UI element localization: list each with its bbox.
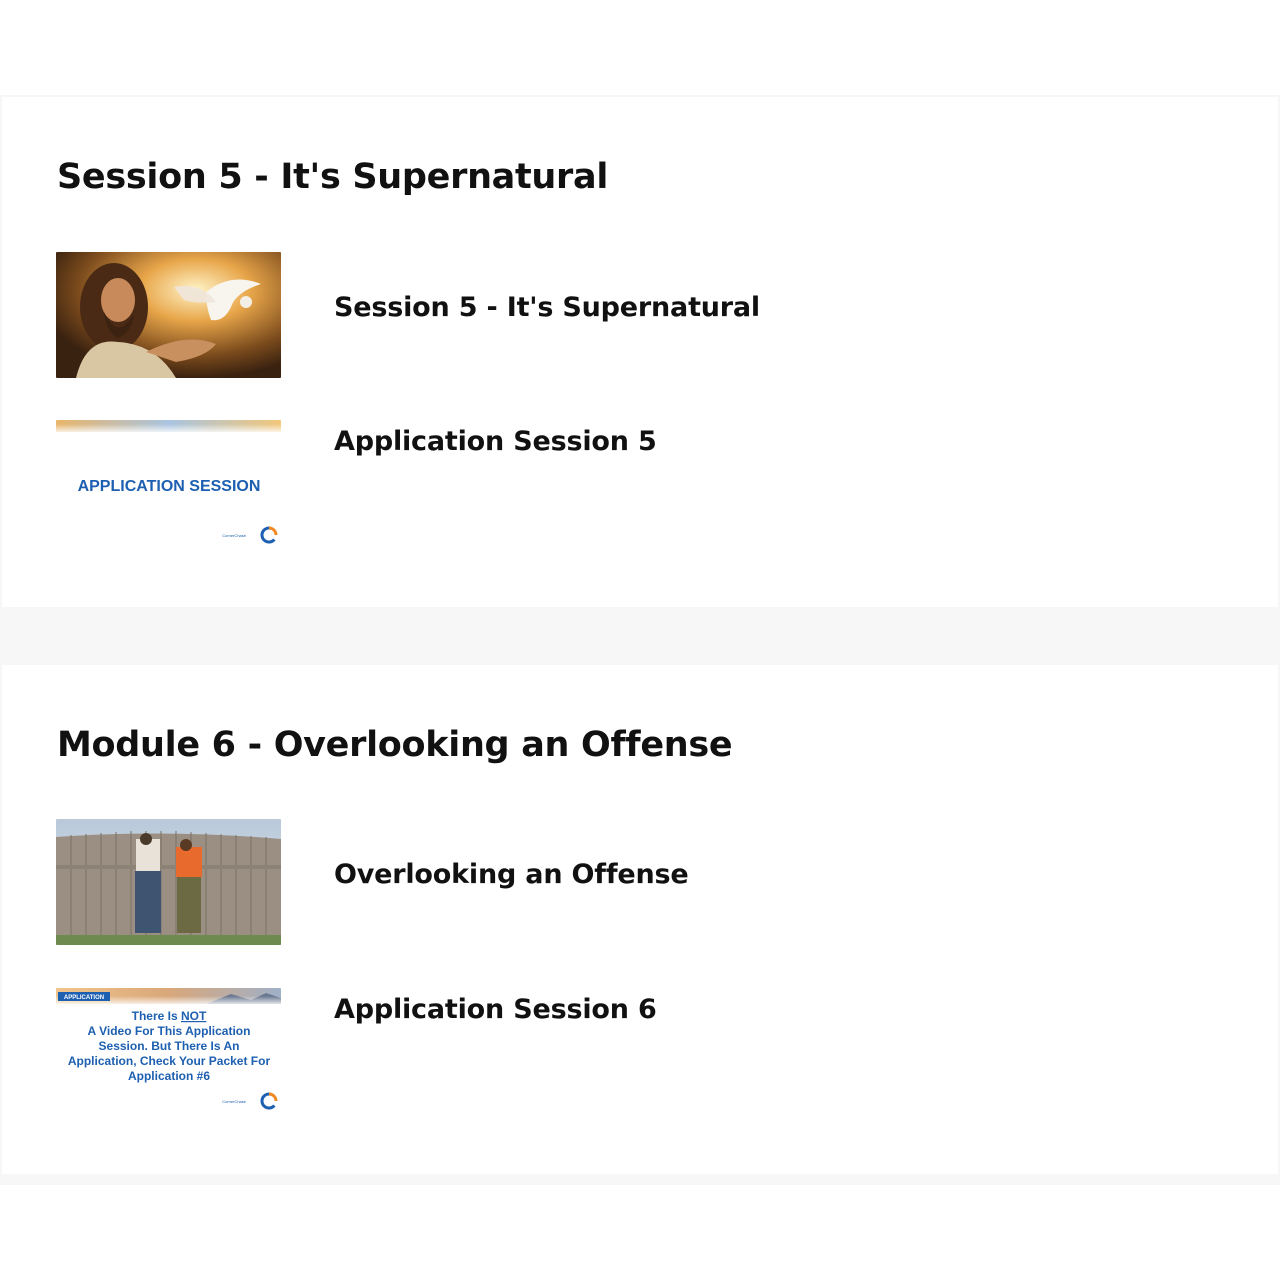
two-men-looking-over-fence-image [56,819,281,945]
lesson-title[interactable]: Session 5 - It's Supernatural [334,292,760,323]
svg-text:Application #6: Application #6 [128,1069,210,1083]
module-title: Session 5 - It's Supernatural [57,157,609,197]
jesus-with-dove-image [56,252,281,378]
lesson-item-application-session-6[interactable]: APPLICATION There Is NOT A Video For Thi… [56,988,1156,1116]
lesson-thumbnail[interactable] [56,819,281,945]
svg-text:CornerChase: CornerChase [222,533,247,538]
lesson-thumbnail[interactable]: APPLICATION There Is NOT A Video For Thi… [56,988,281,1114]
lesson-title[interactable]: Application Session 5 [334,426,657,457]
lesson-title[interactable]: Application Session 6 [334,994,657,1025]
svg-text:There Is NOT: There Is NOT [132,1009,207,1023]
lesson-thumbnail[interactable]: APPLICATION SESSION CornerChase [56,420,281,546]
lesson-item-session-5[interactable]: Session 5 - It's Supernatural [56,252,1156,380]
application-session-slide: APPLICATION SESSION CornerChase [56,420,281,546]
svg-text:Session. But There Is An: Session. But There Is An [99,1039,240,1053]
lesson-thumbnail[interactable] [56,252,281,378]
svg-text:Application, Check Your Packet: Application, Check Your Packet For [68,1054,271,1068]
lesson-item-overlooking-an-offense[interactable]: Overlooking an Offense [56,819,1156,947]
lesson-item-application-session-5[interactable]: APPLICATION SESSION CornerChase Applicat… [56,420,1156,548]
svg-text:CornerChase: CornerChase [222,1099,247,1104]
lesson-title[interactable]: Overlooking an Offense [334,859,689,890]
svg-text:APPLICATION: APPLICATION [64,995,104,1001]
thumb-caption: APPLICATION SESSION [78,478,261,495]
svg-text:A Video For This Application: A Video For This Application [88,1024,251,1038]
module-card-session-5: Session 5 - It's Supernatural Session 5 … [2,97,1278,607]
module-title: Module 6 - Overlooking an Offense [57,725,733,765]
module-card-module-6: Module 6 - Overlooking an Offense Overlo… [2,665,1278,1174]
no-video-application-slide: APPLICATION There Is NOT A Video For Thi… [56,988,281,1114]
